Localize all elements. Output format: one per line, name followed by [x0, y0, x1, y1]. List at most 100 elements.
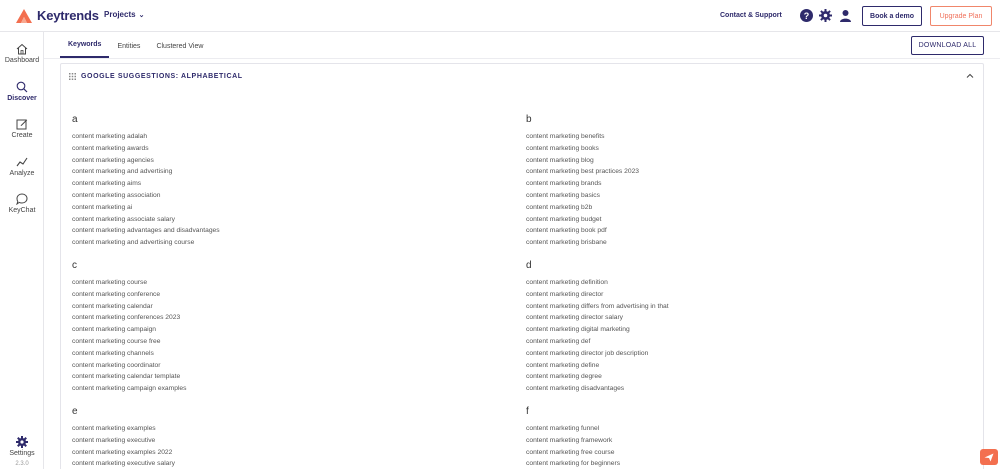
contact-support-link[interactable]: Contact & Support	[720, 12, 782, 19]
sidebar-item-label: Create	[11, 132, 33, 139]
sidebar-item-create[interactable]: Create	[0, 118, 44, 139]
keyword-item[interactable]: content marketing examples 2022	[72, 447, 175, 459]
keyword-item[interactable]: content marketing course free	[72, 336, 187, 348]
keyword-item[interactable]: content marketing for beginners	[526, 458, 620, 469]
chevron-up-icon[interactable]	[966, 72, 974, 80]
keyword-item[interactable]: content marketing blog	[526, 155, 639, 167]
tab-keywords[interactable]: Keywords	[60, 32, 110, 58]
group-letter-heading: c	[72, 260, 77, 271]
keyword-item[interactable]: content marketing free course	[526, 447, 620, 459]
keyword-item[interactable]: content marketing executive	[72, 435, 175, 447]
letter-group-f: f content marketing funnel content marketi…	[526, 405, 620, 469]
keyword-item[interactable]: content marketing define	[526, 360, 669, 372]
keyword-item[interactable]: content marketing ai	[72, 202, 220, 214]
sidebar-item-label: Analyze	[9, 170, 35, 177]
keyword-item[interactable]: content marketing director job descripti…	[526, 348, 669, 360]
keyword-item[interactable]: content marketing and advertising course	[72, 237, 220, 249]
keyword-item[interactable]: content marketing coordinator	[72, 360, 187, 372]
keyword-item[interactable]: content marketing digital marketing	[526, 324, 669, 336]
keyword-item[interactable]: content marketing budget	[526, 214, 639, 226]
tab-clustered-view[interactable]: Clustered View	[148, 32, 211, 58]
keyword-item[interactable]: content marketing brands	[526, 178, 639, 190]
keyword-item[interactable]: content marketing calendar template	[72, 371, 187, 383]
keyword-item[interactable]: content marketing director salary	[526, 312, 669, 324]
tab-entities[interactable]: Entities	[109, 32, 148, 58]
keyword-item[interactable]: content marketing campaign examples	[72, 383, 187, 395]
keyword-item[interactable]: content marketing degree	[526, 371, 669, 383]
keyword-item[interactable]: content marketing associate salary	[72, 214, 220, 226]
send-button[interactable]	[980, 449, 998, 465]
keyword-item[interactable]: content marketing books	[526, 143, 639, 155]
keyword-item[interactable]: content marketing best practices 2023	[526, 166, 639, 178]
search-icon	[16, 81, 28, 93]
keyword-item[interactable]: content marketing basics	[526, 190, 639, 202]
keyword-item[interactable]: content marketing channels	[72, 348, 187, 360]
logo[interactable]: Keytrends	[16, 8, 99, 23]
edit-icon	[16, 119, 28, 130]
book-demo-button[interactable]: Book a demo	[862, 6, 922, 26]
keyword-item[interactable]: content marketing definition	[526, 277, 669, 289]
keyword-item[interactable]: content marketing disadvantages	[526, 383, 669, 395]
sidebar-item-label: Settings	[9, 450, 35, 457]
svg-text:?: ?	[804, 11, 810, 21]
keyword-item[interactable]: content marketing conference	[72, 289, 187, 301]
panel-header[interactable]: GOOGLE SUGGESTIONS: ALPHABETICAL	[69, 73, 243, 80]
group-letter-heading: b	[526, 114, 532, 125]
keyword-item[interactable]: content marketing benefits	[526, 131, 639, 143]
keyword-item[interactable]: content marketing def	[526, 336, 669, 348]
keyword-item[interactable]: content marketing course	[72, 277, 187, 289]
panel-title: GOOGLE SUGGESTIONS: ALPHABETICAL	[81, 73, 243, 80]
keyword-item[interactable]: content marketing book pdf	[526, 225, 639, 237]
keyword-item[interactable]: content marketing campaign	[72, 324, 187, 336]
keyword-item[interactable]: content marketing differs from advertisi…	[526, 301, 669, 313]
help-icon[interactable]: ?	[800, 9, 813, 22]
gear-icon[interactable]	[819, 9, 832, 22]
suggestions-panel: GOOGLE SUGGESTIONS: ALPHABETICAL a conten…	[60, 63, 984, 469]
keyword-item[interactable]: content marketing calendar	[72, 301, 187, 313]
sidebar-item-keychat[interactable]: KeyChat	[0, 193, 44, 214]
gear-icon	[16, 436, 28, 448]
keyword-item[interactable]: content marketing b2b	[526, 202, 639, 214]
grid-icon	[69, 73, 76, 80]
chart-icon	[16, 157, 28, 167]
keyword-item[interactable]: content marketing adalah	[72, 131, 220, 143]
sidebar: Dashboard Discover Create Analyze KeyCha…	[0, 32, 44, 469]
keyword-item[interactable]: content marketing conferences 2023	[72, 312, 187, 324]
letter-group-a: a content marketing adalah content marketi…	[72, 113, 220, 249]
keyword-item[interactable]: content marketing framework	[526, 435, 620, 447]
app-version: 2.3.0	[15, 461, 29, 467]
tabs-divider	[44, 58, 1000, 59]
keyword-item[interactable]: content marketing association	[72, 190, 220, 202]
home-icon	[16, 43, 28, 55]
logo-icon	[16, 8, 32, 23]
keyword-item[interactable]: content marketing director	[526, 289, 669, 301]
keyword-item[interactable]: content marketing examples	[72, 423, 175, 435]
chevron-down-icon: ⌄	[138, 11, 145, 19]
keyword-item[interactable]: content marketing brisbane	[526, 237, 639, 249]
sidebar-item-analyze[interactable]: Analyze	[0, 156, 44, 177]
group-letter-heading: e	[72, 406, 78, 417]
user-icon[interactable]	[839, 9, 852, 22]
upgrade-plan-button[interactable]: Upgrade Plan	[930, 6, 992, 26]
sidebar-item-label: KeyChat	[8, 207, 36, 214]
chat-icon	[16, 193, 28, 205]
letter-group-c: c content marketing course content marketi…	[72, 259, 187, 395]
letter-group-e: e content marketing examples content marke…	[72, 405, 175, 469]
sidebar-item-label: Dashboard	[4, 57, 40, 64]
projects-dropdown[interactable]: Projects ⌄	[104, 10, 144, 19]
sidebar-item-settings[interactable]: Settings	[0, 436, 44, 457]
letter-group-b: b content marketing benefits content marke…	[526, 113, 639, 249]
keyword-item[interactable]: content marketing advantages and disadva…	[72, 225, 220, 237]
app-name: Keytrends	[37, 8, 99, 23]
download-all-button[interactable]: DOWNLOAD ALL	[911, 36, 984, 55]
sidebar-item-label: Discover	[7, 95, 37, 102]
sidebar-item-discover[interactable]: Discover	[0, 81, 44, 102]
group-letter-heading: f	[526, 406, 529, 417]
sidebar-item-dashboard[interactable]: Dashboard	[0, 43, 44, 64]
keyword-item[interactable]: content marketing agencies	[72, 155, 220, 167]
keyword-item[interactable]: content marketing awards	[72, 143, 220, 155]
keyword-item[interactable]: content marketing aims	[72, 178, 220, 190]
keyword-item[interactable]: content marketing and advertising	[72, 166, 220, 178]
keyword-item[interactable]: content marketing funnel	[526, 423, 620, 435]
keyword-item[interactable]: content marketing executive salary	[72, 458, 175, 469]
